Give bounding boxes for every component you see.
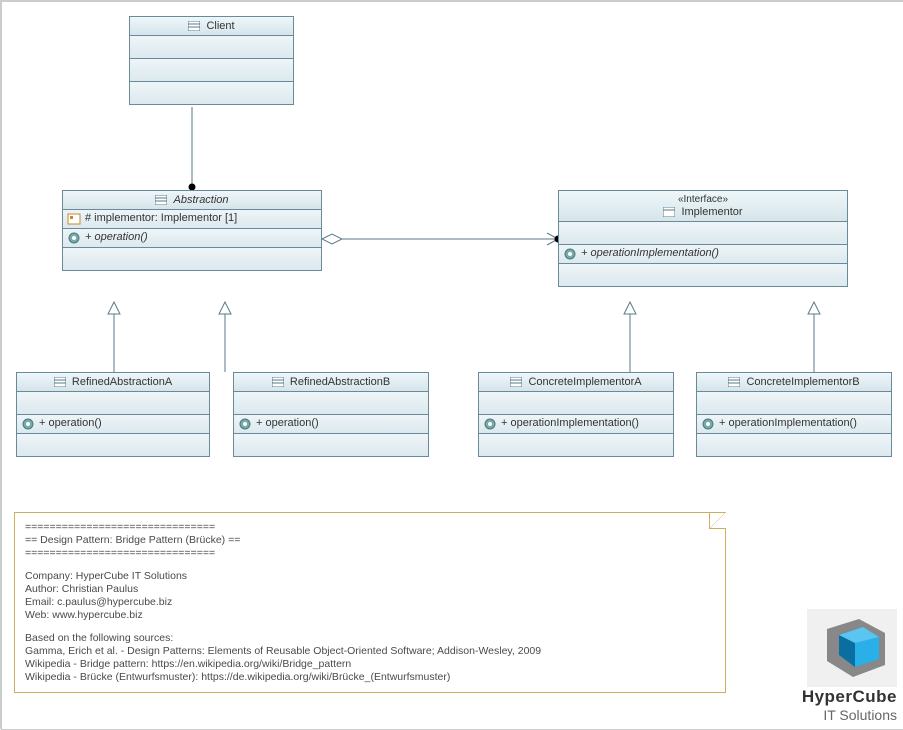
operations-section: + operationImplementation(): [559, 245, 847, 264]
class-name-label: Client: [206, 20, 234, 32]
class-icon: [54, 377, 66, 387]
class-title: Abstraction: [63, 191, 321, 210]
note-line: Email: c.paulus@hypercube.biz: [25, 596, 715, 609]
class-refined-b[interactable]: RefinedAbstractionB + operation(): [233, 372, 429, 457]
note-line: Company: HyperCube IT Solutions: [25, 570, 715, 583]
operation-icon: [238, 417, 252, 431]
operations-section: + operationImplementation(): [697, 415, 891, 434]
class-implementor[interactable]: «Interface» Implementor + operationImple…: [558, 190, 848, 287]
operation-icon: [483, 417, 497, 431]
operation-icon: [21, 417, 35, 431]
class-client[interactable]: Client: [129, 16, 294, 105]
interface-icon: [663, 207, 675, 217]
class-title: Client: [130, 17, 293, 36]
note-fold-icon: [709, 512, 726, 529]
extra-section: [697, 434, 891, 456]
attributes-section: [479, 392, 673, 415]
class-name-label: ConcreteImplementorA: [528, 376, 641, 388]
class-name-label: Implementor: [681, 206, 742, 218]
note-line: Gamma, Erich et al. - Design Patterns: E…: [25, 645, 715, 658]
cube-icon: [807, 609, 897, 687]
attribute-icon: [67, 212, 81, 226]
extra-section: [559, 264, 847, 286]
diagram-note[interactable]: =============================== == Desig…: [14, 512, 726, 693]
attributes-section: # implementor: Implementor [1]: [63, 210, 321, 229]
class-icon: [155, 195, 167, 205]
logo-subtitle: IT Solutions: [737, 707, 897, 723]
operation-label: + operationImplementation(): [581, 247, 719, 259]
class-concrete-a[interactable]: ConcreteImplementorA + operationImplemen…: [478, 372, 674, 457]
extra-section: [17, 434, 209, 456]
class-name-label: ConcreteImplementorB: [746, 376, 859, 388]
class-refined-a[interactable]: RefinedAbstractionA + operation(): [16, 372, 210, 457]
operations-section: [130, 59, 293, 82]
operations-section: + operation(): [63, 229, 321, 248]
extra-section: [479, 434, 673, 456]
note-line: Web: www.hypercube.biz: [25, 609, 715, 622]
stereotype-label: «Interface»: [561, 194, 845, 206]
attributes-section: [697, 392, 891, 415]
note-line: Based on the following sources:: [25, 632, 715, 645]
operation-label: + operation(): [85, 231, 148, 243]
attribute-label: # implementor: Implementor [1]: [85, 212, 237, 224]
class-title: RefinedAbstractionA: [17, 373, 209, 392]
operations-section: + operation(): [234, 415, 428, 434]
operations-section: + operation(): [17, 415, 209, 434]
operation-label: + operation(): [39, 417, 102, 429]
class-name-label: Abstraction: [174, 194, 229, 206]
note-line: ===============================: [25, 521, 715, 534]
class-name-label: RefinedAbstractionB: [290, 376, 390, 388]
class-abstraction[interactable]: Abstraction # implementor: Implementor […: [62, 190, 322, 271]
brand-logo: HyperCube IT Solutions: [737, 609, 897, 723]
note-line: Wikipedia - Brücke (Entwurfsmuster): htt…: [25, 671, 715, 684]
class-title: ConcreteImplementorA: [479, 373, 673, 392]
operation-icon: [563, 247, 577, 261]
operation-icon: [67, 231, 81, 245]
class-title: «Interface» Implementor: [559, 191, 847, 222]
operation-label: + operation(): [256, 417, 319, 429]
extra-section: [130, 82, 293, 104]
class-title: RefinedAbstractionB: [234, 373, 428, 392]
note-line: == Design Pattern: Bridge Pattern (Brück…: [25, 534, 715, 547]
operation-label: + operationImplementation(): [719, 417, 857, 429]
attributes-section: [17, 392, 209, 415]
note-gap: [25, 622, 715, 632]
note-line: Wikipedia - Bridge pattern: https://en.w…: [25, 658, 715, 671]
diagram-canvas: Client Abstraction # implementor: Implem…: [2, 2, 903, 729]
class-icon: [728, 377, 740, 387]
operations-section: + operationImplementation(): [479, 415, 673, 434]
extra-section: [63, 248, 321, 270]
class-concrete-b[interactable]: ConcreteImplementorB + operationImplemen…: [696, 372, 892, 457]
note-line: ===============================: [25, 547, 715, 560]
logo-title: HyperCube: [737, 687, 897, 707]
class-icon: [188, 21, 200, 31]
note-line: Author: Christian Paulus: [25, 583, 715, 596]
class-icon: [510, 377, 522, 387]
note-gap: [25, 560, 715, 570]
attributes-section: [234, 392, 428, 415]
operation-label: + operationImplementation(): [501, 417, 639, 429]
attributes-section: [559, 222, 847, 245]
class-name-label: RefinedAbstractionA: [72, 376, 172, 388]
attributes-section: [130, 36, 293, 59]
extra-section: [234, 434, 428, 456]
operation-icon: [701, 417, 715, 431]
class-icon: [272, 377, 284, 387]
class-title: ConcreteImplementorB: [697, 373, 891, 392]
